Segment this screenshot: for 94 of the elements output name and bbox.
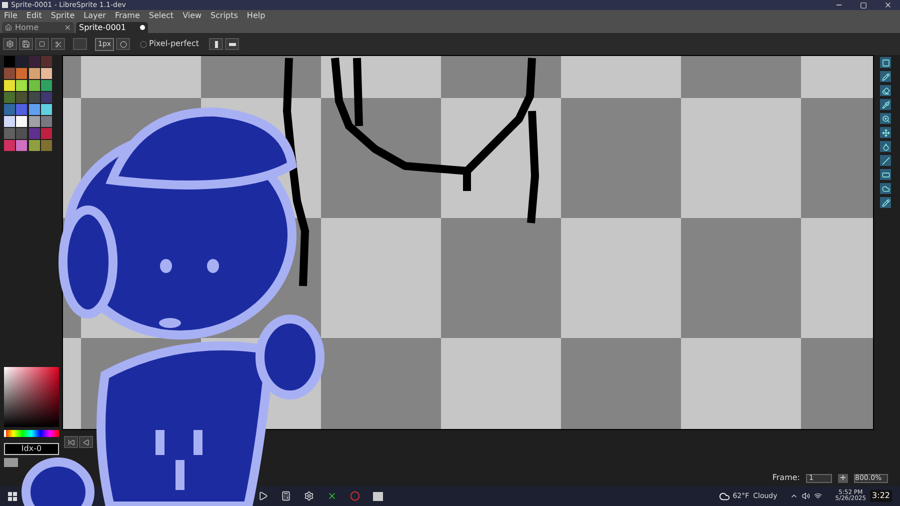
eyedropper-icon[interactable] [880,99,891,110]
save-icon [22,40,30,48]
app-icon [2,2,8,8]
menu-item[interactable]: Sprite [50,12,75,20]
palette-swatch[interactable] [4,116,15,127]
frame-label: Frame: [772,474,800,482]
palette-swatch[interactable] [40,56,52,67]
palette-swatch[interactable] [4,92,15,103]
palette-swatch[interactable] [40,128,52,139]
palette-swatch[interactable] [16,80,28,91]
start-icon[interactable] [8,492,17,500]
palette-swatch[interactable] [28,128,40,139]
palette-swatch[interactable] [16,92,28,103]
eraser-icon[interactable] [880,85,891,96]
settings-button[interactable] [3,38,17,50]
palette-swatch[interactable] [16,104,28,115]
menu-item[interactable]: Help [246,12,266,20]
palette-swatch[interactable] [28,92,40,103]
palette-swatch[interactable] [16,128,28,139]
menu-item[interactable]: File [4,12,18,20]
horizontal-align-button[interactable] [225,38,239,50]
skip-back-icon [68,438,74,446]
tray-chevron-icon[interactable] [790,492,798,500]
pixel-perfect-checkbox[interactable] [140,40,148,48]
menu-item[interactable]: View [182,12,202,20]
rectangle-icon[interactable] [880,169,891,180]
palette-swatch[interactable] [4,104,15,115]
palette-swatch[interactable] [40,104,52,115]
palette-swatch[interactable] [28,56,40,67]
blob-icon[interactable] [880,183,891,194]
network-icon[interactable] [814,492,822,500]
palette-swatch[interactable] [40,80,52,91]
hue-slider[interactable] [4,430,59,437]
palette-swatch[interactable] [4,56,15,67]
square-icon [39,41,45,47]
pen-icon[interactable] [880,197,891,208]
calculator-icon[interactable] [281,491,291,501]
tab[interactable]: Sprite-0001 [76,22,148,33]
brush-button[interactable] [116,38,130,50]
stop-button[interactable] [35,38,49,50]
palette-swatch[interactable] [28,68,40,79]
palette-swatch[interactable] [16,116,28,127]
pixel-perfect-label: Pixel-perfect [149,40,199,48]
triangle-icon [82,438,90,446]
weather-icon [718,490,730,502]
pencil-icon[interactable] [880,71,891,82]
palette-swatch[interactable] [16,56,28,67]
line-icon[interactable] [880,155,891,166]
tab-close[interactable]: × [64,24,71,32]
tab[interactable]: Home × [2,22,74,33]
scissors-icon [54,40,62,48]
menu-item[interactable]: Select [148,12,174,20]
add-frame-button[interactable]: + [838,474,848,482]
color-field[interactable] [4,367,59,427]
move-icon[interactable] [880,127,891,138]
speaker-icon[interactable] [802,492,810,500]
vertical-align-button[interactable] [209,38,223,50]
settings-icon[interactable] [304,491,314,501]
palette-swatch[interactable] [4,68,15,79]
menu-item[interactable]: Frame [114,12,140,20]
first-frame-button[interactable] [64,436,78,448]
palette-swatch[interactable] [16,68,28,79]
tab-label: Sprite-0001 [79,24,126,32]
record-icon[interactable] [350,491,360,501]
palette-swatch[interactable] [28,140,40,151]
palette-swatch[interactable] [40,92,52,103]
palette-swatch[interactable] [28,104,40,115]
select-icon[interactable] [880,57,891,68]
tab-label: Home [15,24,39,32]
video-timestamp: 3:22 [870,490,892,502]
drop-icon[interactable] [880,141,891,152]
palette-swatch[interactable] [4,140,15,151]
palette-swatch[interactable] [28,116,40,127]
menu-item[interactable]: Edit [26,12,42,20]
home-icon [5,24,12,31]
palette-swatch[interactable] [40,116,52,127]
palette-swatch[interactable] [4,80,15,91]
circle-icon [120,40,127,48]
palette-swatch[interactable] [40,68,52,79]
previous-frame-button[interactable] [79,436,93,448]
menu-item[interactable]: Scripts [210,12,238,20]
palette-swatch[interactable] [4,128,15,139]
palette-swatch[interactable] [40,140,52,151]
restore-icon[interactable] [860,2,867,8]
color-index-field[interactable]: Idx-0 [4,443,59,455]
media-icon[interactable] [258,491,268,501]
close-icon[interactable] [884,1,892,9]
cut-button[interactable] [51,38,65,50]
menu-item[interactable]: Layer [84,12,106,20]
palette-swatch[interactable] [28,80,40,91]
settings-icon [6,40,14,48]
zoom-icon[interactable] [880,113,891,124]
palette-swatch[interactable] [16,140,28,151]
save-button[interactable] [19,38,33,50]
